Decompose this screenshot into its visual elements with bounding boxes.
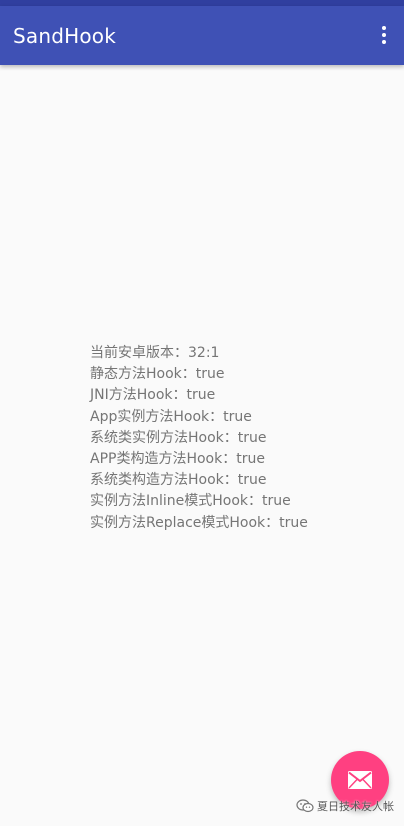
app-title: SandHook — [13, 23, 117, 48]
result-jni-method-hook: JNI方法Hook：true — [90, 387, 216, 404]
app-bar: SandHook — [0, 6, 404, 65]
watermark: 夏日技术友人帐 — [296, 798, 394, 814]
wechat-icon — [296, 799, 314, 813]
result-inline-mode-hook: 实例方法Inline模式Hook：true — [90, 493, 291, 510]
hook-results: 当前安卓版本：32:1 静态方法Hook：true JNI方法Hook：true… — [90, 343, 390, 534]
result-system-constructor-hook: 系统类构造方法Hook：true — [90, 472, 267, 489]
watermark-text: 夏日技术友人帐 — [317, 800, 394, 813]
result-replace-mode-hook: 实例方法Replace模式Hook：true — [90, 514, 308, 531]
result-static-method-hook: 静态方法Hook：true — [90, 366, 225, 383]
mail-icon — [348, 771, 372, 789]
more-vert-icon[interactable] — [376, 26, 392, 46]
result-app-instance-method-hook: App实例方法Hook：true — [90, 408, 252, 425]
result-android-version: 当前安卓版本：32:1 — [90, 345, 220, 361]
result-system-instance-method-hook: 系统类实例方法Hook：true — [90, 429, 267, 446]
result-app-constructor-hook: APP类构造方法Hook：true — [90, 451, 265, 468]
